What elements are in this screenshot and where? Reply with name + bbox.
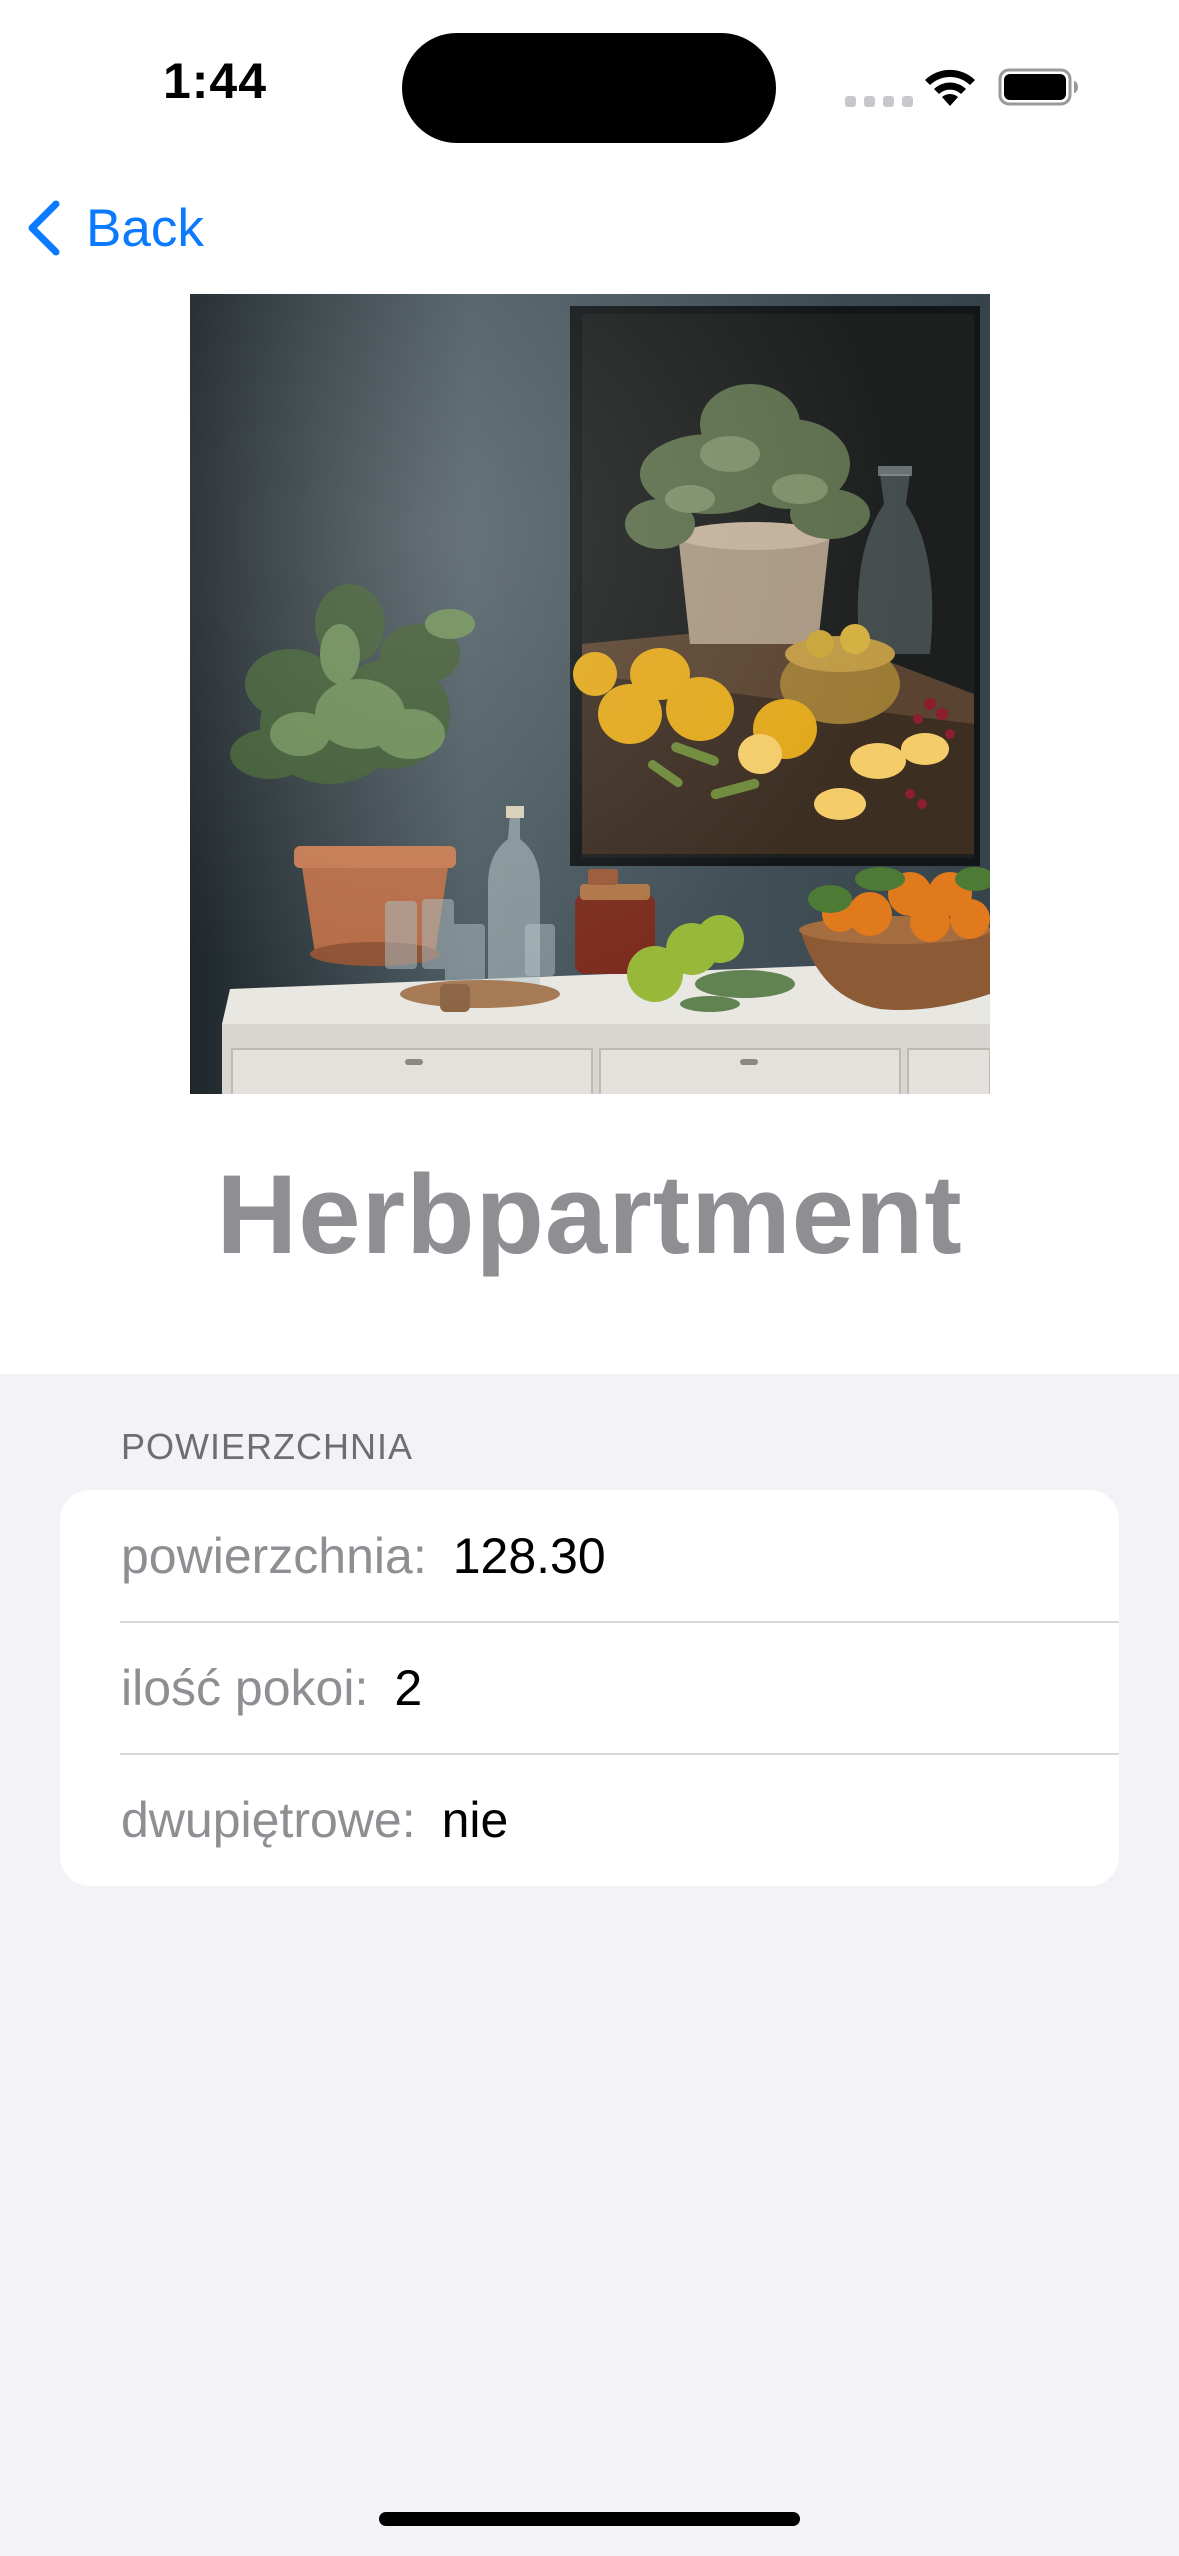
detail-label: ilość pokoi:	[121, 1660, 369, 1716]
detail-label: powierzchnia:	[121, 1528, 427, 1584]
detail-label: dwupiętrowe:	[121, 1792, 416, 1848]
wifi-icon	[925, 69, 975, 106]
section-header: POWIERZCHNIA	[121, 1426, 414, 1467]
detail-row-rooms: ilość pokoi: 2	[121, 1622, 1119, 1754]
detail-value: 128.30	[452, 1528, 606, 1584]
listing-title: Herbpartment	[216, 1152, 963, 1277]
detail-value: nie	[441, 1792, 509, 1848]
battery-icon	[998, 68, 1078, 106]
detail-row-two-storey: dwupiętrowe: nie	[121, 1754, 1119, 1886]
detail-row-area: powierzchnia: 128.30	[121, 1490, 1119, 1622]
listing-photo	[190, 294, 990, 1094]
status-time: 1:44	[162, 53, 268, 109]
detail-value: 2	[394, 1660, 423, 1716]
dynamic-island	[402, 33, 776, 143]
details-card: powierzchnia: 128.30 ilość pokoi: 2 dwup…	[60, 1490, 1119, 1886]
back-button[interactable]: Back	[24, 192, 204, 264]
back-button-label: Back	[86, 198, 204, 258]
home-indicator[interactable]	[379, 2512, 800, 2526]
cellular-signal-icon	[845, 96, 913, 107]
chevron-left-icon	[28, 200, 60, 256]
